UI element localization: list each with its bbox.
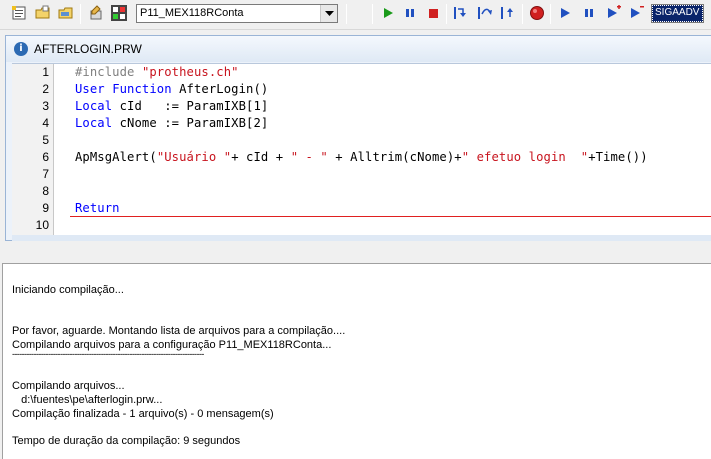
- step-plus-icon[interactable]: [605, 4, 623, 22]
- include-string: "protheus.ch": [141, 65, 239, 79]
- preprocessor-directive: #include: [75, 65, 135, 79]
- environment-select[interactable]: SIGAADV: [651, 4, 704, 23]
- editor-window: i AFTERLOGIN.PRW 1 2 3 4 5 6 7 8 9 10 #i…: [5, 35, 711, 241]
- wizard-icon[interactable]: [87, 4, 105, 22]
- string-literal: " efetuo login ": [461, 150, 589, 164]
- step-into-icon[interactable]: [452, 4, 470, 22]
- code-text: AfterLogin(): [171, 82, 269, 96]
- source-file-icon: i: [14, 42, 28, 56]
- keyword: Local: [75, 99, 113, 113]
- output-line: Iniciando compilação...: [12, 284, 124, 296]
- output-line: Compilando arquivos...: [12, 380, 125, 392]
- open-project-icon[interactable]: [57, 4, 75, 22]
- stop-icon[interactable]: [424, 4, 442, 22]
- line-number: 8: [42, 184, 49, 198]
- line-number: 7: [42, 167, 49, 181]
- editor-tab[interactable]: i AFTERLOGIN.PRW: [6, 36, 711, 62]
- function-separator-line: [70, 216, 711, 217]
- step-over-icon[interactable]: [476, 4, 494, 22]
- line-number: 5: [42, 133, 49, 147]
- pause-icon[interactable]: [401, 4, 419, 22]
- output-panel[interactable]: Iniciando compilação... Por favor, aguar…: [2, 263, 711, 459]
- output-line: Compilação finalizada - 1 arquivo(s) - 0…: [12, 408, 274, 420]
- line-number: 9: [42, 201, 49, 215]
- configuration-select[interactable]: P11_MEX118RConta: [136, 4, 338, 23]
- breakpoint-icon[interactable]: [528, 4, 546, 22]
- string-literal: " - ": [290, 150, 328, 164]
- editor-tab-title: AFTERLOGIN.PRW: [34, 42, 142, 56]
- main-toolbar: P11_MEX118RConta SIGAADV: [0, 0, 711, 30]
- pause-debug-icon[interactable]: [580, 4, 598, 22]
- code-text: + Alltrim(cNome)+: [327, 150, 462, 164]
- code-text: cNome := ParamIXB[2]: [112, 116, 269, 130]
- output-line: d:\fuentes\pe\afterlogin.prw...: [12, 394, 163, 406]
- code-line-9: Return: [75, 201, 120, 215]
- output-separator: ----------------------------------------…: [12, 349, 204, 359]
- chevron-down-icon[interactable]: [320, 5, 337, 22]
- line-number: 1: [42, 65, 49, 79]
- keyword: Local: [75, 116, 113, 130]
- code-line-1: #include "protheus.ch": [75, 65, 239, 79]
- code-text: cId := ParamIXB[1]: [112, 99, 269, 113]
- keyword: User: [75, 82, 105, 96]
- line-number: 4: [42, 116, 49, 130]
- keyword: Function: [112, 82, 172, 96]
- code-editor[interactable]: 1 2 3 4 5 6 7 8 9 10 #include "protheus.…: [12, 63, 711, 235]
- run-to-cursor-icon[interactable]: [556, 4, 574, 22]
- code-text: ApMsgAlert(: [75, 150, 157, 164]
- line-number: 6: [42, 150, 49, 164]
- line-number-gutter: 1 2 3 4 5 6 7 8 9 10: [12, 64, 54, 235]
- code-line-3: Local cId := ParamIXB[1]: [75, 99, 268, 113]
- string-literal: "Usuário ": [156, 150, 232, 164]
- open-folder-icon[interactable]: [34, 4, 52, 22]
- code-line-4: Local cNome := ParamIXB[2]: [75, 116, 268, 130]
- line-number: 2: [42, 82, 49, 96]
- compile-icon[interactable]: [110, 4, 128, 22]
- editor-horizontal-scrollbar[interactable]: [12, 235, 711, 241]
- keyword: Return: [75, 201, 120, 215]
- output-line: Por favor, aguarde. Montando lista de ar…: [12, 325, 346, 337]
- code-text: + cId +: [231, 150, 291, 164]
- code-line-6: ApMsgAlert("Usuário "+ cId + " - " + All…: [75, 150, 648, 164]
- line-number: 3: [42, 99, 49, 113]
- configuration-value: P11_MEX118RConta: [140, 7, 244, 19]
- code-line-2: User Function AfterLogin(): [75, 82, 268, 96]
- line-number: 10: [35, 218, 49, 232]
- code-text: +Time()): [588, 150, 648, 164]
- output-line: Tempo de duração da compilação: 9 segund…: [12, 435, 241, 447]
- step-out-icon[interactable]: [499, 4, 517, 22]
- new-file-icon[interactable]: [10, 4, 28, 22]
- step-minus-icon[interactable]: [628, 4, 646, 22]
- run-icon[interactable]: [379, 4, 397, 22]
